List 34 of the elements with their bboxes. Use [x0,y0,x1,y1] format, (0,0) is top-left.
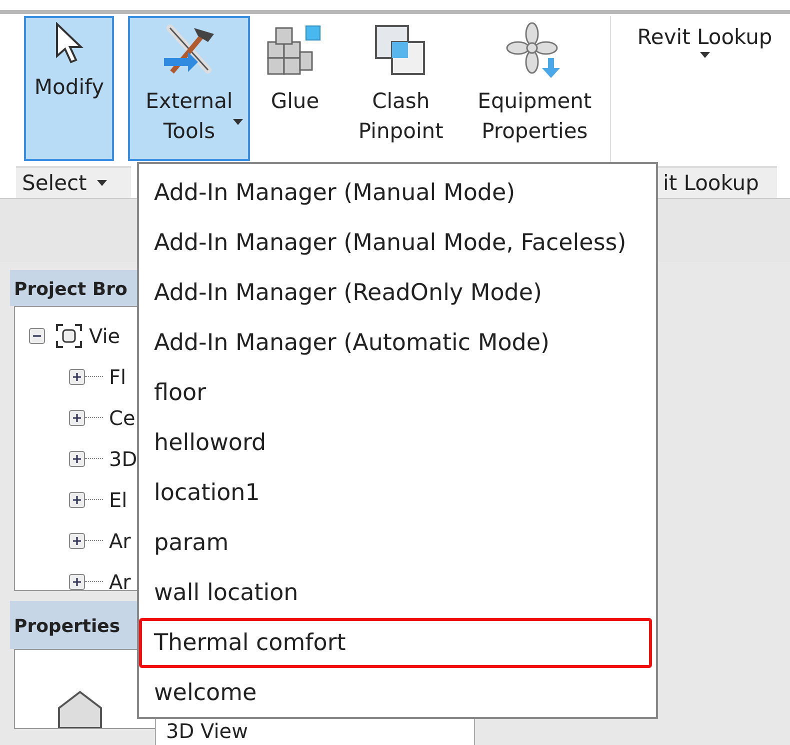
panel-label: it Lookup [663,170,759,197]
tree-item[interactable]: Ce [109,402,136,432]
house-icon [55,688,105,728]
ribbon-button[interactable]: Glue [256,16,334,161]
tree-item[interactable]: 3D [109,444,138,474]
expand-icon[interactable] [69,532,85,548]
ribbon-button[interactable]: Equipment Properties [468,16,602,161]
ribbon-button[interactable]: Modify [24,16,114,161]
tree-item[interactable]: Ar [109,526,131,556]
expand-icon[interactable] [69,492,85,508]
menu-item[interactable]: Add-In Manager (Automatic Mode) [139,318,652,368]
menu-item[interactable]: location1 [139,468,652,518]
menu-item[interactable]: Add-In Manager (Manual Mode) [139,168,652,218]
ribbon-button[interactable]: External Tools [128,16,250,161]
menu-item[interactable]: floor [139,368,652,418]
menu-item[interactable]: helloword [139,418,652,468]
menu-item[interactable]: param [139,518,652,568]
tree-item[interactable]: Ar [109,566,131,590]
menu-item[interactable]: welcome [139,668,652,718]
view-icon [55,322,83,348]
type-selector[interactable]: 3D View [166,719,248,743]
tree-item[interactable]: Fl [109,362,126,392]
collapse-icon[interactable] [29,328,45,344]
tree-item[interactable]: El [109,484,128,514]
revit-lookup-button[interactable]: Revit Lookup [619,16,790,161]
menu-item[interactable]: Add-In Manager (Manual Mode, Faceless) [139,218,652,268]
tree-item[interactable]: Vie [89,320,120,350]
expand-icon[interactable] [69,410,85,426]
cursor-icon [54,22,84,66]
ribbon-button[interactable]: Clash Pinpoint [334,16,468,161]
menu-item[interactable]: Thermal comfort [139,618,652,668]
expand-icon[interactable] [69,368,85,384]
expand-icon[interactable] [69,574,85,590]
expand-icon[interactable] [69,450,85,466]
